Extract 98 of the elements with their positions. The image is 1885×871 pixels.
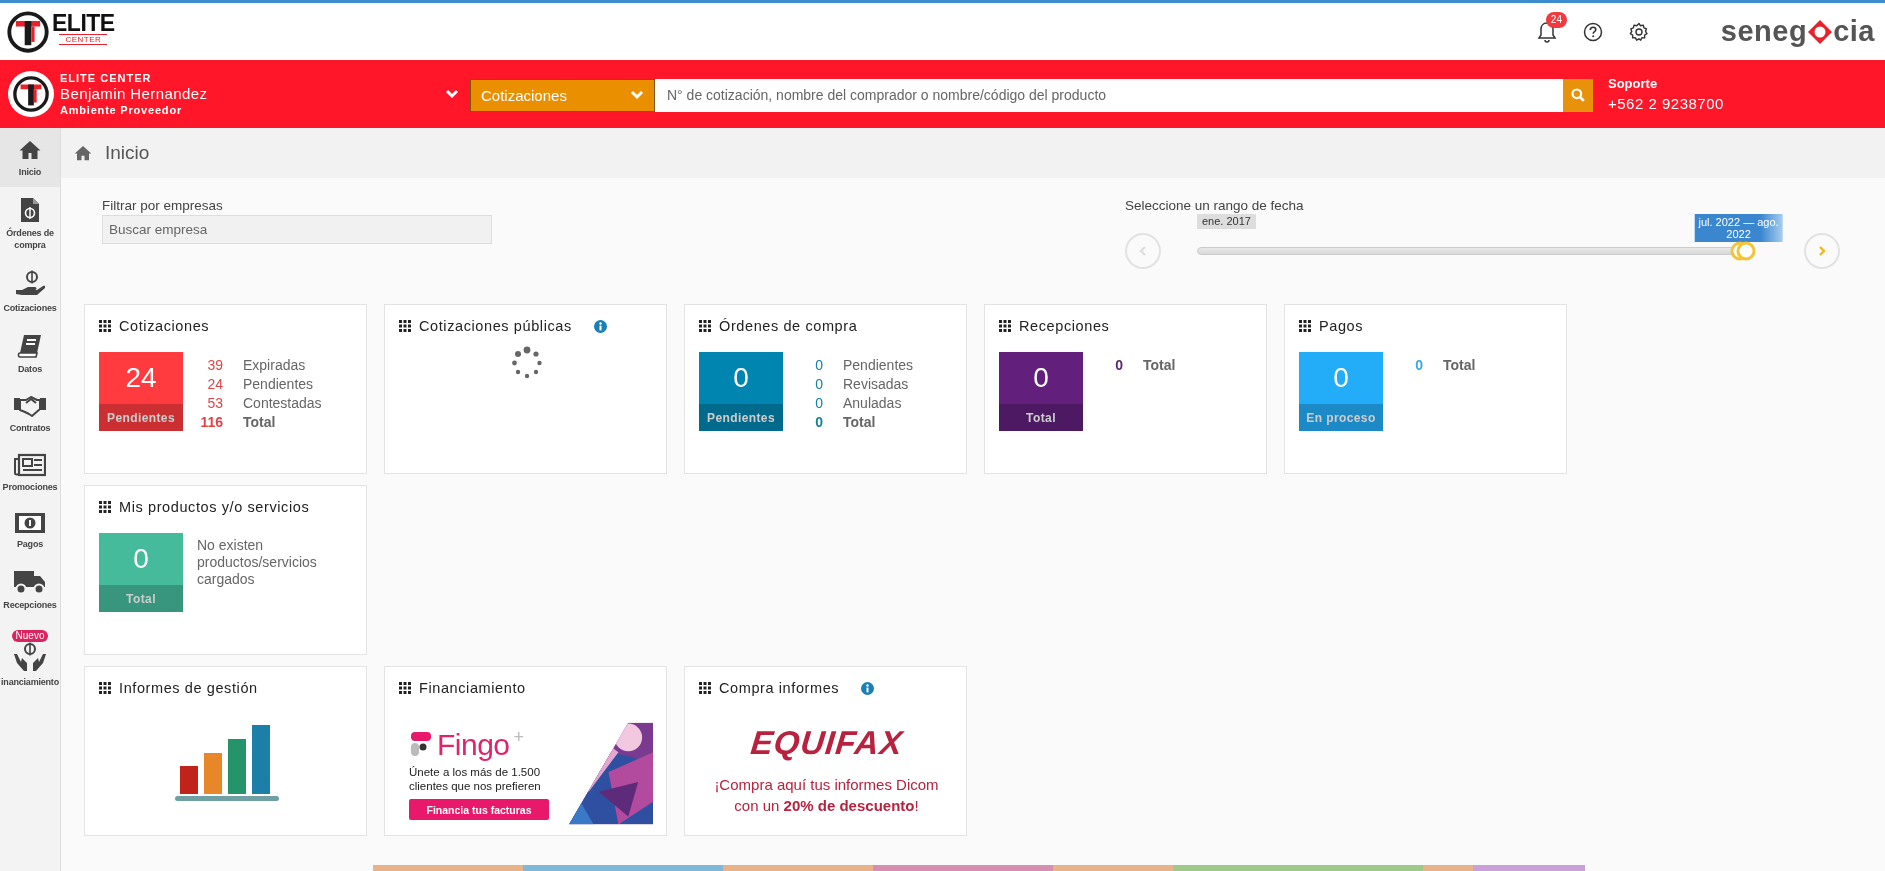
promo-text: ¡Compra aquí tus informes Dicom con un 20% de descuento!	[713, 775, 940, 816]
stat-label: Total	[1443, 357, 1476, 373]
stat-count: 39	[206, 357, 223, 373]
brand-text: seneg	[1720, 15, 1808, 48]
stat-label: Contestadas	[243, 395, 322, 411]
truck-icon	[13, 569, 47, 595]
range-end-tooltip: jul. 2022 — ago. 2022	[1694, 214, 1783, 242]
logo-text: ELITE	[52, 12, 115, 34]
document-icon	[19, 197, 41, 223]
book-icon	[17, 333, 43, 359]
banknote-icon	[14, 512, 46, 534]
stat-label: Anuladas	[843, 395, 903, 411]
support-label: Soporte	[1608, 75, 1659, 93]
stat-count: 0	[814, 376, 823, 392]
search-button[interactable]	[1563, 78, 1593, 112]
stat-label: Pendientes	[843, 357, 914, 373]
card-title: Compra informes	[719, 680, 840, 696]
search-icon	[1571, 88, 1585, 102]
settings-icon[interactable]	[1628, 21, 1649, 42]
stat-count: 0	[1114, 357, 1123, 373]
grid-icon	[399, 320, 411, 332]
stat-count: 0	[814, 395, 823, 411]
card-title: Pagos	[1319, 318, 1364, 334]
empty-message: No existen productos/servicios cargados	[197, 537, 318, 589]
equifax-logo-text: EQUIFAX	[748, 724, 905, 762]
fingo-logo-text: Fingo	[437, 730, 510, 760]
company-name: ELITE CENTER	[60, 71, 153, 86]
grid-icon	[1299, 320, 1311, 332]
logo-tagline: CENTER	[59, 34, 108, 45]
chevron-down-icon	[630, 90, 644, 100]
finance-button[interactable]: Financia tus facturas	[409, 799, 549, 820]
grid-icon	[699, 320, 711, 332]
hands-coin-icon	[13, 642, 47, 672]
grid-icon	[699, 682, 711, 694]
sidebar-item[interactable]: Nuevo inanciamiento	[0, 620, 60, 697]
stat-label: Total	[843, 414, 877, 430]
brand-mark-icon	[1807, 18, 1834, 45]
filter-label: Filtrar por empresas	[102, 197, 224, 214]
hand-coin-icon	[15, 270, 45, 298]
company-search-field[interactable]: Buscar empresa	[102, 215, 492, 244]
stat-label: Total	[1143, 357, 1176, 373]
help-icon[interactable]	[1582, 21, 1603, 42]
stat-label: Expiradas	[243, 357, 307, 373]
info-icon[interactable]	[593, 319, 607, 333]
stat-label: Pendientes	[243, 376, 315, 392]
stat-count: 0	[1414, 357, 1423, 373]
stat-count: 24	[206, 376, 223, 392]
sidebar-item[interactable]: Órdenes de compra	[0, 187, 60, 260]
stat-count: 53	[206, 395, 223, 411]
stat-label: Total	[243, 414, 277, 430]
home-icon[interactable]	[74, 145, 92, 161]
card-title: Financiamiento	[419, 680, 526, 696]
sidebar-item[interactable]: Datos	[0, 323, 60, 384]
fingo-logo-icon	[409, 730, 433, 758]
chevron-left-icon	[1137, 245, 1148, 257]
card-title: Mis productos y/o servicios	[119, 499, 310, 515]
date-range-label: Seleccione un rango de fecha	[1125, 197, 1305, 214]
newspaper-icon	[14, 453, 46, 477]
card-title: Informes de gestión	[119, 680, 258, 696]
info-icon[interactable]	[861, 681, 875, 695]
grid-icon	[999, 320, 1011, 332]
grid-icon	[99, 682, 111, 694]
brand-text: cia	[1833, 15, 1875, 48]
card-title: Cotizaciones	[119, 318, 210, 334]
sidebar-item[interactable]: Contratos	[0, 384, 60, 443]
fingo-plus-mark: +	[513, 730, 525, 744]
slider-thumb[interactable]	[1729, 241, 1756, 261]
new-badge: Nuevo	[11, 630, 49, 642]
card-title: Recepciones	[1019, 318, 1110, 334]
fingo-tagline: Únete a los más de 1.500 clientes que nos prefieren	[409, 765, 542, 793]
chevron-down-icon[interactable]	[445, 89, 459, 99]
search-field[interactable]: N° de cotización, nombre del comprador o nombre/código del producto	[655, 78, 1563, 112]
logo-icon	[6, 9, 50, 54]
handshake-icon	[13, 394, 47, 418]
sidebar-item[interactable]: Promociones	[0, 443, 60, 502]
card-title: Cotizaciones públicas	[419, 318, 572, 334]
card-title: Órdenes de compra	[719, 318, 858, 334]
home-icon	[18, 138, 42, 162]
stat-count: 116	[199, 414, 223, 430]
bar-chart-icon	[174, 722, 279, 804]
sidebar-item[interactable]: Pagos	[0, 502, 60, 559]
stat-count: 0	[814, 357, 823, 373]
sidebar-item[interactable]: Recepciones	[0, 559, 60, 620]
support-phone: +562 2 9238700	[1608, 94, 1724, 114]
breadcrumb-text: Inicio	[105, 142, 150, 164]
user-name: Benjamin Hernandez	[60, 86, 208, 102]
loading-spinner-icon	[509, 346, 544, 380]
grid-icon	[399, 682, 411, 694]
environment-label: Ambiente Proveedor	[60, 103, 183, 118]
sidebar-item[interactable]: Inicio	[0, 128, 60, 187]
grid-icon	[99, 501, 111, 513]
stat-count: 0	[814, 414, 823, 430]
stat-label: Revisadas	[843, 376, 910, 392]
range-start-label: ene. 2017	[1197, 214, 1256, 229]
grid-icon	[99, 320, 111, 332]
sidebar-item[interactable]: Cotizaciones	[0, 260, 60, 323]
chevron-right-icon	[1817, 245, 1828, 257]
notification-count: 24	[1545, 11, 1567, 28]
